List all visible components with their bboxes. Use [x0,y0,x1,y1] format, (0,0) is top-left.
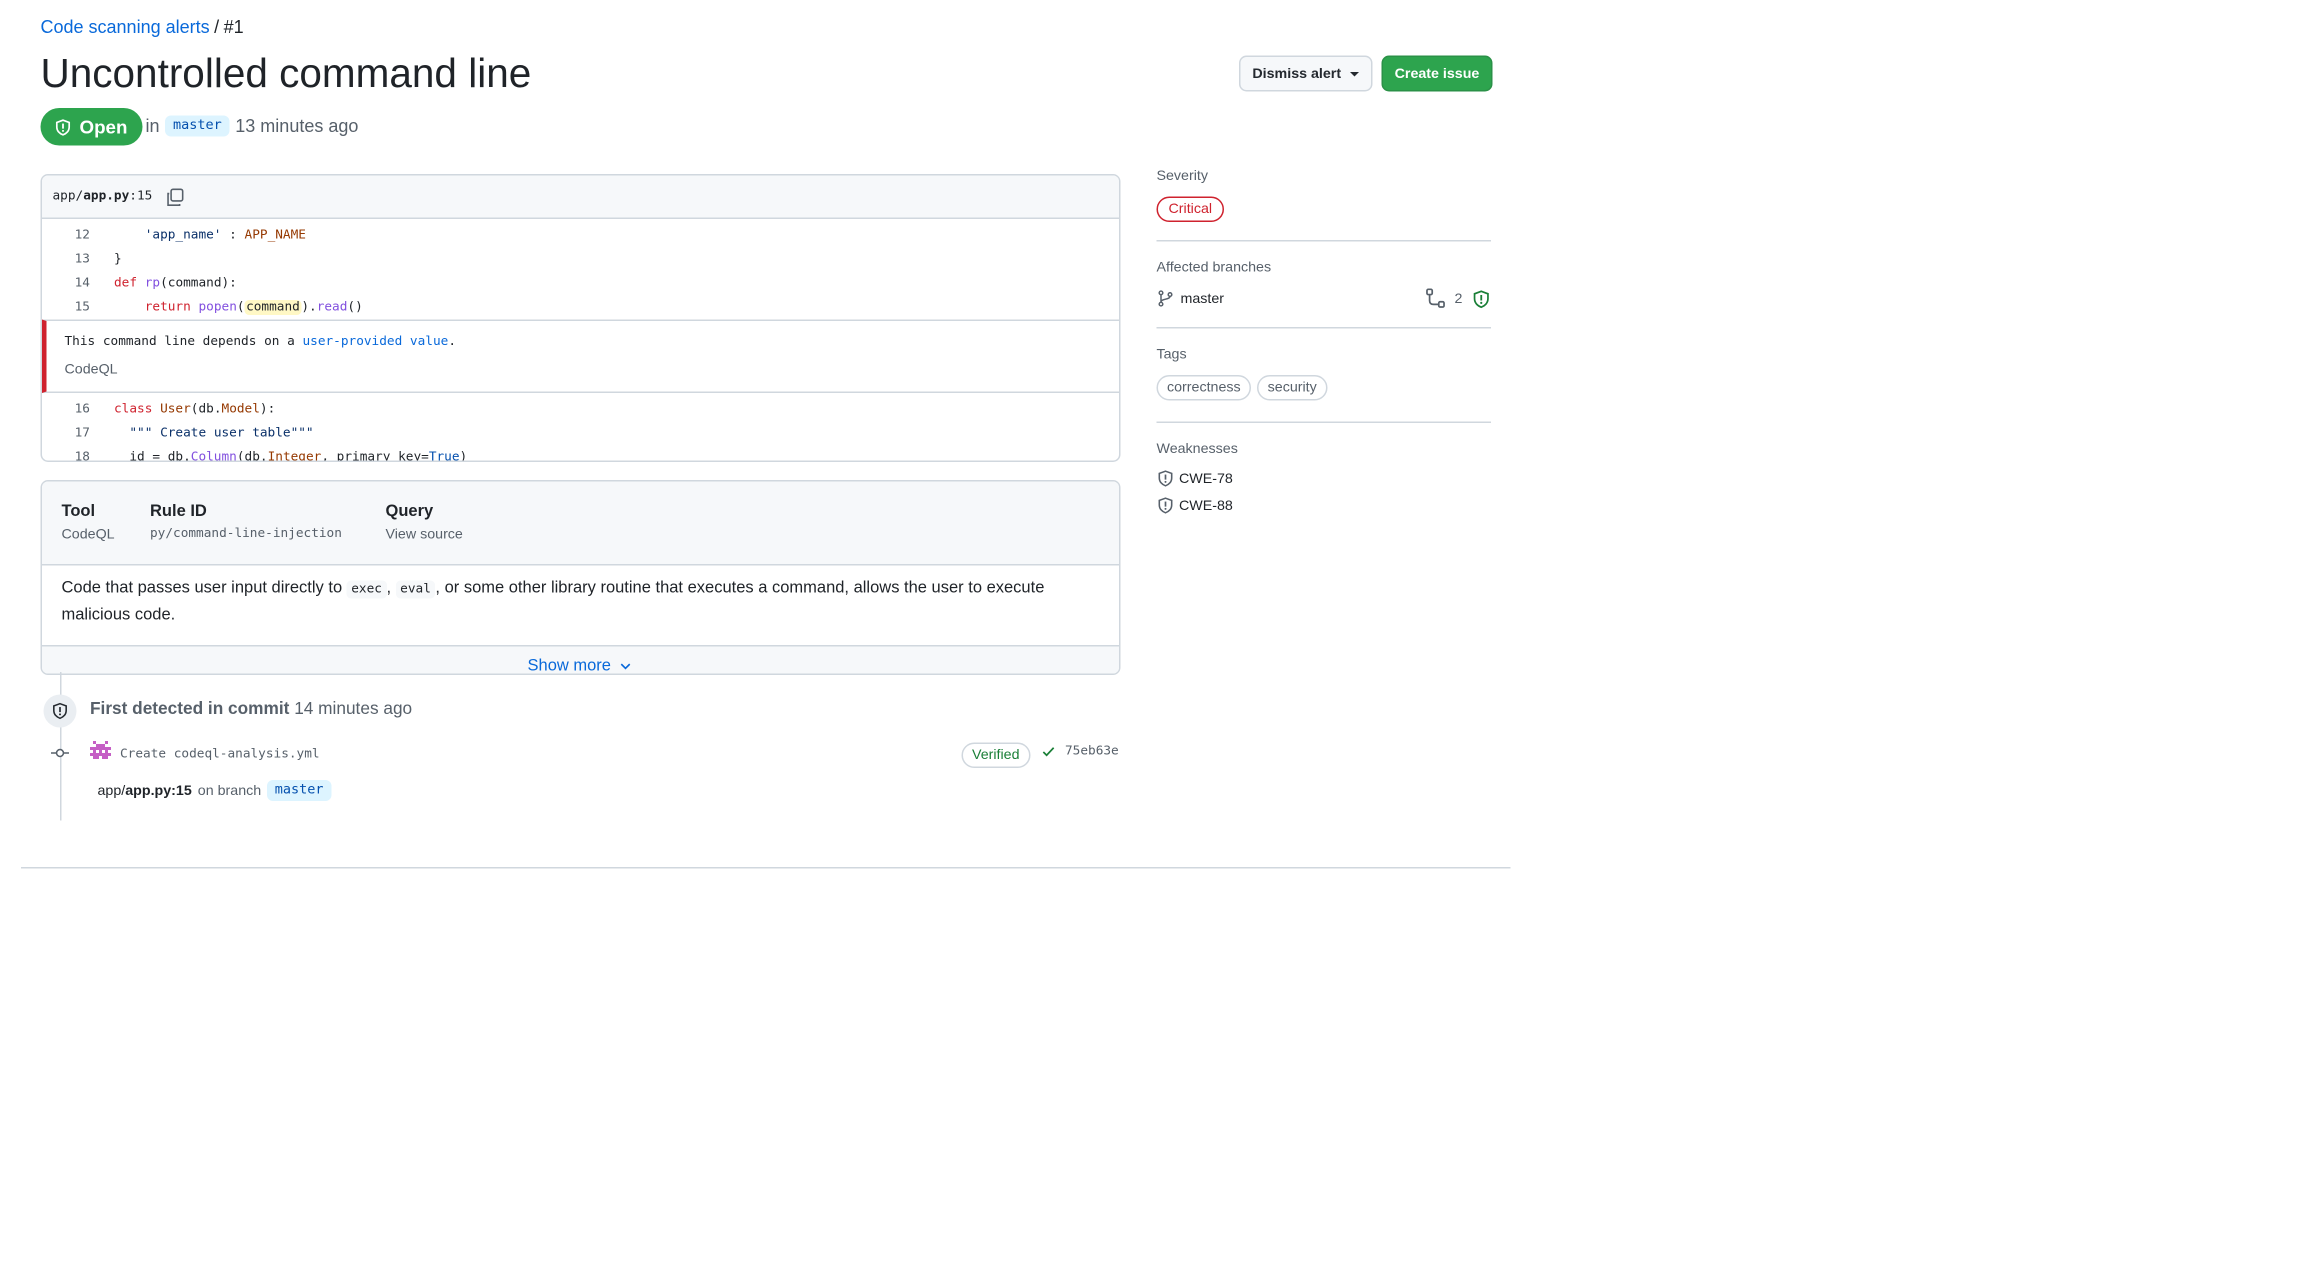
footer-divider [21,867,1511,869]
weakness-item[interactable]: CWE-78 [1157,470,1492,488]
code-line: 18 id = db.Column(db.Integer, primary_ke… [74,450,468,462]
rule-info-panel: Tool CodeQL Rule ID py/command-line-inje… [40,480,1121,675]
show-more-button[interactable]: Show more [42,646,1119,674]
code-line: 16 class User(db.Model): [74,402,276,417]
code-line: 13} [74,252,122,267]
create-issue-button[interactable]: Create issue [1381,55,1493,92]
user-provided-value-link[interactable]: user-provided value [302,335,448,350]
shield-check-icon [1473,289,1489,308]
code-line: 12 'app_name' : APP_NAME [74,228,306,243]
first-detected-title: First detected in commit 14 minutes ago [90,700,413,719]
status-badge: Open [40,108,143,146]
page-title: Uncontrolled command line [40,51,532,96]
affected-branch-row: master 2 [1157,288,1492,309]
weakness-item[interactable]: CWE-88 [1157,497,1492,515]
commit-message[interactable]: Create codeql-analysis.yml [120,747,320,762]
status-meta: in master 13 minutes ago [145,115,359,137]
code-line: 17 """ Create user table""" [74,426,314,441]
dismiss-alert-label: Dismiss alert [1252,65,1342,82]
commit-location: app/app.py:15 on branch master [98,780,331,801]
shield-icon [1158,470,1173,487]
code-line: 15 return popen(command).read() [74,300,363,315]
tag-security[interactable]: security [1257,375,1328,401]
tool-info: Tool CodeQL [61,502,115,544]
weaknesses-heading: Weaknesses [1156,441,1238,458]
commit-icon [51,748,69,758]
status-time: 13 minutes ago [235,115,359,137]
branch-count: 2 [1454,290,1463,307]
breadcrumb: Code scanning alerts / #1 [41,17,244,38]
query-info: Query View source [385,502,463,544]
rule-id-info: Rule ID py/command-line-injection [150,502,342,542]
tags-heading: Tags [1156,346,1187,364]
alert-source: CodeQL [64,361,118,379]
timeline-shield-badge [43,694,77,728]
rule-description: Code that passes user input directly to … [42,566,1119,647]
code-file-header: app/app.py:15 [42,175,1119,219]
copy-icon[interactable] [164,187,184,207]
chevron-down-icon [621,663,631,670]
tag-correctness[interactable]: correctness [1156,375,1252,401]
shield-icon [1158,497,1173,514]
shield-icon [53,702,67,720]
branch-chip[interactable]: master [267,780,331,801]
breadcrumb-separator: / [214,16,220,38]
commit-location-file[interactable]: app/app.py:15 [98,782,192,799]
affected-branches-heading: Affected branches [1156,259,1272,277]
verified-badge[interactable]: Verified [961,742,1031,768]
code-snippet: app/app.py:15 12 'app_name' : APP_NAME 1… [40,174,1121,462]
caret-down-icon [1350,71,1360,76]
alert-message: This command line depends on a user-prov… [42,319,1119,393]
severity-badge: Critical [1156,196,1225,222]
alert-sidebar: Severity Critical Affected branches mast… [1156,165,1492,515]
commit-sha: 75eb63e [1041,744,1119,759]
code-line: 14 def rp(command): [74,276,237,291]
git-compare-icon [1425,288,1445,308]
status-in: in [145,115,160,137]
view-source-link[interactable]: View source [386,527,463,544]
check-icon [1042,747,1055,757]
branch-chip[interactable]: master [165,115,230,137]
severity-heading: Severity [1156,168,1208,185]
code-file-path[interactable]: app/app.py:15 [53,189,153,204]
git-branch-icon [1158,290,1173,307]
breadcrumb-current: #1 [223,16,244,38]
dismiss-alert-button[interactable]: Dismiss alert [1239,55,1373,92]
shield-icon [55,118,71,135]
breadcrumb-link-code-scanning[interactable]: Code scanning alerts [41,17,210,38]
commit-sha-link[interactable]: 75eb63e [1065,744,1119,759]
avatar[interactable] [90,741,111,762]
affected-branch-name[interactable]: master [1181,290,1225,307]
status-label: Open [79,116,128,138]
